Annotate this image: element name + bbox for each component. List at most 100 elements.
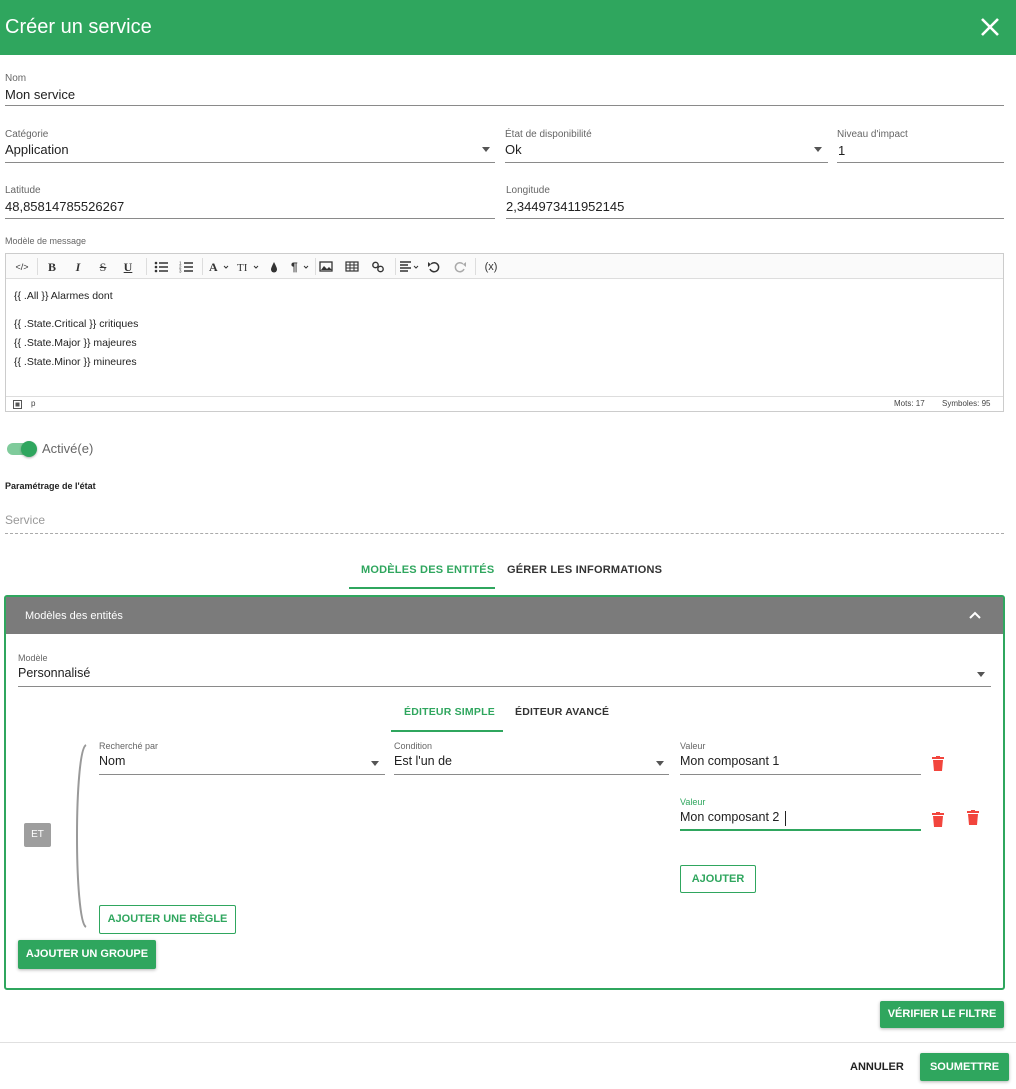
dialog-title: Créer un service: [5, 16, 152, 38]
latitude-label: Latitude: [5, 185, 41, 196]
svg-text:3: 3: [179, 269, 182, 274]
subtab-active-indicator: [391, 730, 503, 732]
latitude-field[interactable]: 48,85814785526267: [5, 199, 124, 214]
chevron-down-icon[interactable]: [977, 672, 985, 677]
category-select[interactable]: Application: [5, 142, 69, 157]
submit-button[interactable]: SOUMETTRE: [920, 1053, 1009, 1081]
bulleted-list-icon[interactable]: [154, 260, 168, 273]
link-icon[interactable]: [371, 260, 385, 273]
category-underline: [5, 162, 495, 163]
add-rule-button[interactable]: AJOUTER UNE RÈGLE: [99, 905, 236, 934]
symbol-count: Symboles: 95: [942, 399, 991, 408]
longitude-underline: [506, 218, 1004, 219]
enabled-toggle-knob[interactable]: [21, 441, 37, 457]
condition-label: Condition: [394, 741, 433, 751]
condition-underline: [394, 774, 669, 775]
enabled-label: Activé(e): [42, 441, 94, 456]
entity-models-panel: Modèles des entités Modèle Personnalisé …: [4, 595, 1005, 990]
table-icon[interactable]: [345, 260, 359, 273]
toolbar-divider: [475, 258, 476, 275]
italic-button[interactable]: I: [72, 259, 84, 275]
availability-underline: [505, 162, 828, 163]
word-count: Mots: 17: [894, 399, 925, 408]
editor-line: {{ .State.Major }} majeures: [14, 337, 137, 349]
value-underline: [680, 774, 921, 775]
model-label: Modèle: [18, 653, 48, 663]
toolbar-divider: [202, 258, 203, 275]
bold-button[interactable]: B: [46, 259, 58, 275]
state-settings-heading: Paramétrage de l'état: [5, 481, 96, 491]
delete-value-icon[interactable]: [932, 756, 944, 771]
editor-toolbar: </> B I S U 123 A TI ¶ (x): [6, 254, 1003, 279]
add-value-button[interactable]: AJOUTER: [680, 865, 756, 893]
delete-rule-icon[interactable]: [967, 810, 979, 825]
add-group-button[interactable]: AJOUTER UN GROUPE: [18, 940, 156, 969]
searched-by-select[interactable]: Nom: [99, 754, 125, 768]
numbered-list-icon[interactable]: 123: [179, 260, 193, 273]
name-field[interactable]: Mon service: [5, 87, 75, 102]
name-underline: [5, 105, 1004, 106]
close-icon[interactable]: [978, 15, 1002, 39]
font-color-icon[interactable]: A: [209, 260, 229, 273]
longitude-label: Longitude: [506, 185, 550, 196]
panel-header[interactable]: Modèles des entités: [6, 597, 1003, 634]
chevron-down-icon[interactable]: [814, 147, 822, 152]
align-left-icon[interactable]: [399, 260, 421, 273]
strikethrough-button[interactable]: S: [97, 259, 109, 275]
availability-select[interactable]: Ok: [505, 142, 522, 157]
condition-select[interactable]: Est l'un de: [394, 754, 452, 768]
service-underline: [5, 533, 1004, 534]
availability-label: État de disponibilité: [505, 129, 592, 140]
value-label: Valeur: [680, 797, 706, 807]
font-size-icon[interactable]: TI: [237, 260, 259, 273]
searched-by-underline: [99, 774, 385, 775]
editor-line: {{ .State.Minor }} mineures: [14, 356, 137, 368]
impact-underline: [837, 162, 1004, 163]
underline-button[interactable]: U: [122, 259, 134, 275]
longitude-field[interactable]: 2,344973411952145: [506, 199, 624, 214]
editor-path: p: [31, 399, 36, 408]
message-editor: </> B I S U 123 A TI ¶ (x) {{ .All }} Al…: [5, 253, 1004, 412]
chevron-down-icon[interactable]: [482, 147, 490, 152]
chevron-down-icon[interactable]: [371, 761, 379, 766]
editor-line: {{ .State.Critical }} critiques: [14, 318, 139, 330]
cancel-button[interactable]: ANNULER: [850, 1061, 904, 1073]
category-label: Catégorie: [5, 129, 49, 140]
value-underline-focused: [680, 829, 921, 831]
tab-advanced-editor[interactable]: ÉDITEUR AVANCÉ: [515, 706, 609, 718]
svg-text:TI: TI: [237, 262, 248, 273]
fullscreen-icon[interactable]: [13, 400, 22, 409]
editor-content[interactable]: {{ .All }} Alarmes dont {{ .State.Critic…: [14, 290, 138, 375]
toolbar-divider: [315, 258, 316, 275]
tab-manage-info[interactable]: GÉRER LES INFORMATIONS: [507, 564, 662, 576]
value-field[interactable]: Mon composant 2: [680, 810, 779, 824]
paragraph-format-icon[interactable]: ¶: [291, 260, 311, 273]
verify-filter-button[interactable]: VÉRIFIER LE FILTRE: [880, 1001, 1004, 1028]
impact-field[interactable]: 1: [838, 143, 845, 158]
tab-entity-models[interactable]: MODÈLES DES ENTITÉS: [361, 564, 494, 576]
source-code-button[interactable]: </>: [14, 259, 30, 275]
value-label: Valeur: [680, 741, 706, 751]
group-bracket: [76, 744, 87, 928]
panel-title: Modèles des entités: [25, 610, 123, 622]
value-field[interactable]: Mon composant 1: [680, 754, 779, 768]
chevron-up-icon[interactable]: [969, 611, 981, 619]
editor-statusbar: p Mots: 17 Symboles: 95: [6, 396, 1003, 411]
redo-icon[interactable]: [453, 260, 467, 273]
latitude-underline: [5, 218, 495, 219]
svg-text:A: A: [209, 260, 218, 273]
chevron-down-icon[interactable]: [656, 761, 664, 766]
image-icon[interactable]: [319, 260, 333, 273]
svg-text:¶: ¶: [291, 260, 298, 273]
model-underline: [18, 686, 991, 687]
dialog-header: Créer un service: [0, 0, 1016, 55]
highlight-color-icon[interactable]: [269, 260, 279, 273]
group-operator-badge[interactable]: ET: [24, 823, 51, 847]
tab-simple-editor[interactable]: ÉDITEUR SIMPLE: [404, 706, 495, 718]
service-field[interactable]: Service: [5, 513, 45, 527]
searched-by-label: Recherché par: [99, 741, 159, 751]
undo-icon[interactable]: [427, 260, 441, 273]
model-select[interactable]: Personnalisé: [18, 666, 90, 680]
delete-value-icon[interactable]: [932, 812, 944, 827]
insert-variable-button[interactable]: (x): [480, 259, 502, 275]
